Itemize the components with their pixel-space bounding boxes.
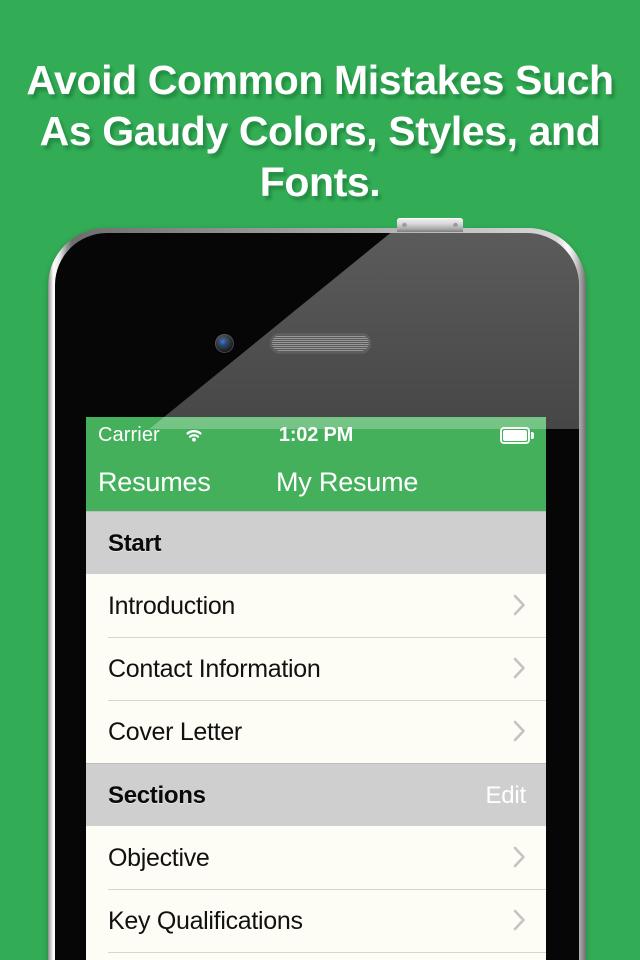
chevron-right-icon: [513, 720, 526, 742]
edit-button[interactable]: Edit: [485, 783, 526, 809]
device-screen: Carrier 1:02 PM Resumes My Resume Start …: [86, 417, 546, 960]
list-item-label: Objective: [108, 844, 210, 872]
list-item[interactable]: Objective: [86, 826, 546, 889]
device-mockup: Carrier 1:02 PM Resumes My Resume Start …: [48, 218, 586, 960]
list-item-label: Cover Letter: [108, 718, 242, 746]
section-header-sections: Sections Edit: [86, 763, 546, 826]
chevron-right-icon: [513, 846, 526, 868]
list-item-label: Introduction: [108, 592, 236, 620]
resume-sections-list: Start Introduction Contact Information C…: [86, 511, 546, 960]
list-item[interactable]: Key Qualifications: [86, 889, 546, 952]
chevron-right-icon: [513, 657, 526, 679]
list-item-partial[interactable]: [86, 952, 546, 960]
screenshot-stage: Avoid Common Mistakes Such As Gaudy Colo…: [0, 0, 640, 960]
list-item-label: Contact Information: [108, 655, 321, 683]
status-time-label: 1:02 PM: [278, 424, 354, 446]
list-item-label: Key Qualifications: [108, 907, 303, 935]
front-camera-icon: [215, 334, 234, 353]
screen-glare-overlay: [149, 233, 579, 429]
earpiece-speaker-icon: [270, 333, 371, 353]
battery-full-icon: [500, 427, 536, 444]
status-bar: Carrier 1:02 PM: [86, 417, 546, 453]
list-item[interactable]: Contact Information: [86, 637, 546, 700]
section-header-start: Start: [86, 511, 546, 574]
chevron-right-icon: [513, 594, 526, 616]
section-header-label: Start: [108, 530, 162, 557]
nav-back-button[interactable]: Resumes: [98, 466, 211, 498]
list-item[interactable]: Cover Letter: [86, 700, 546, 763]
list-item[interactable]: Introduction: [86, 574, 546, 637]
section-header-label: Sections: [108, 782, 206, 809]
navigation-bar: Resumes My Resume: [86, 453, 546, 511]
promo-headline: Avoid Common Mistakes Such As Gaudy Colo…: [26, 57, 614, 205]
device-front-glass: Carrier 1:02 PM Resumes My Resume Start …: [55, 233, 579, 960]
page-title: My Resume: [276, 467, 419, 497]
chevron-right-icon: [513, 909, 526, 931]
power-button[interactable]: [397, 218, 463, 232]
